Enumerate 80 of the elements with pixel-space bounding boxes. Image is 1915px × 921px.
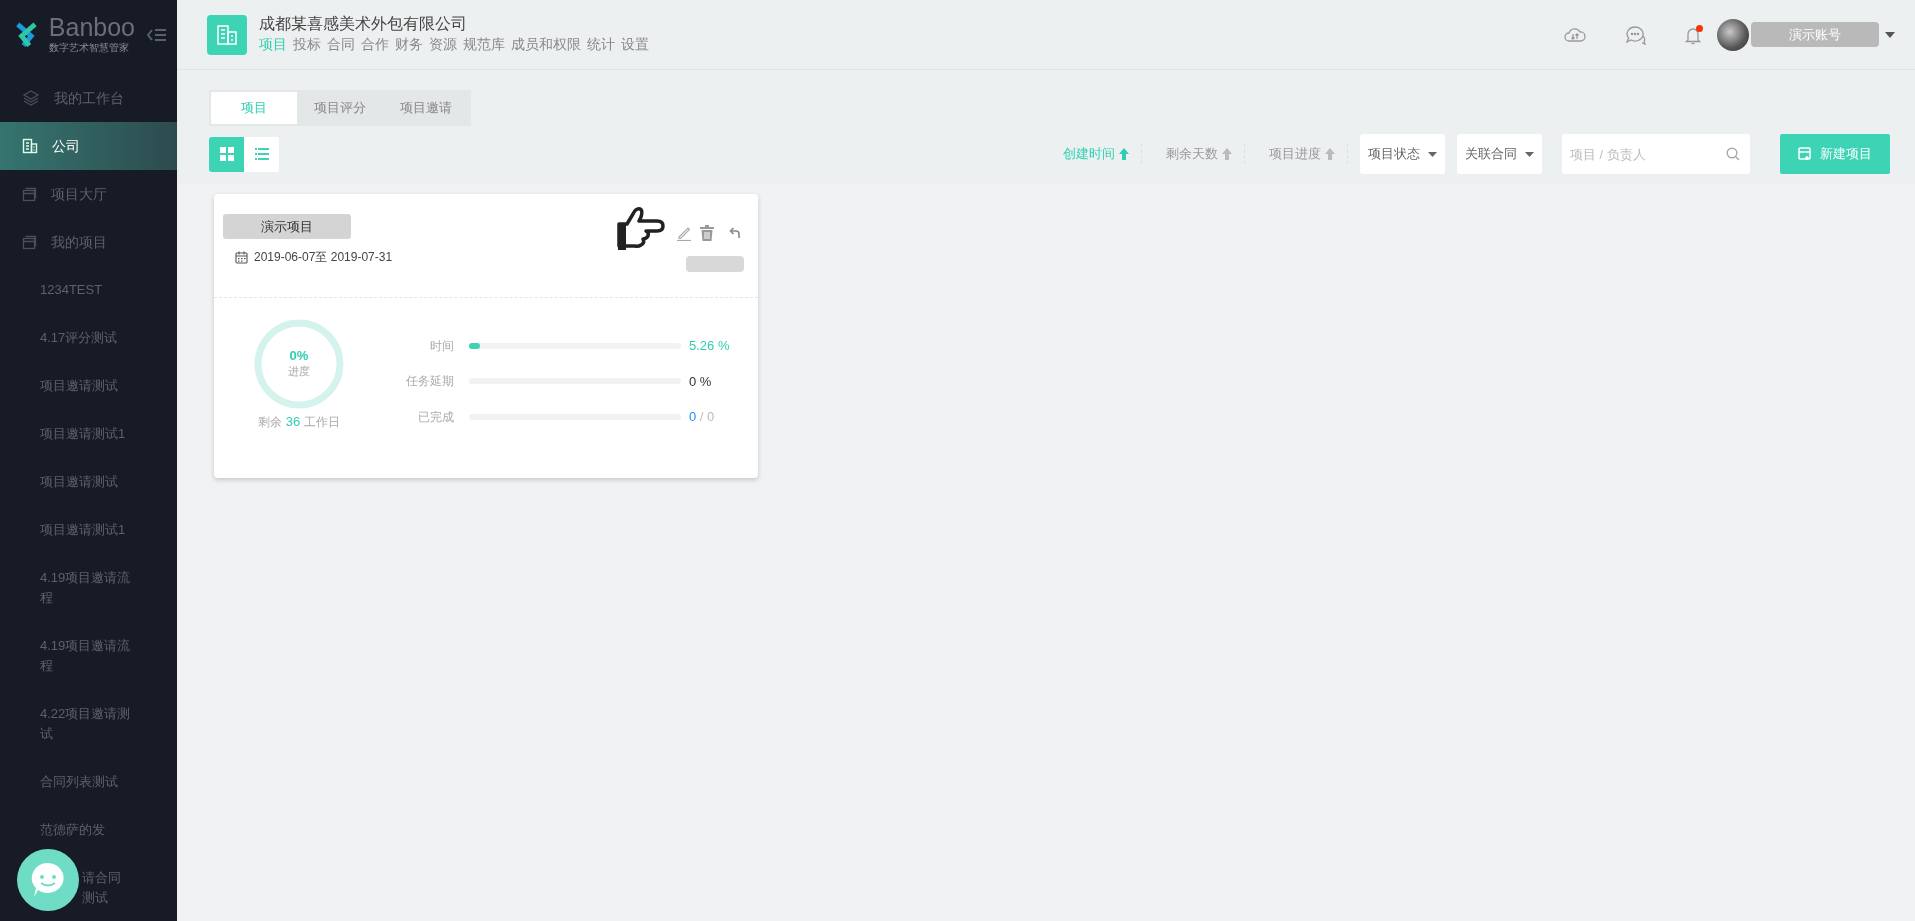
hand-pointer-icon	[616, 206, 668, 252]
logo-tagline: 数字艺术智慧管家	[48, 41, 130, 55]
caret-icon	[1525, 151, 1534, 157]
window-icon	[22, 234, 37, 250]
new-project-button[interactable]: 新建项目	[1780, 134, 1890, 174]
filter-dropdown[interactable]: 关联合同	[1457, 134, 1542, 174]
tab[interactable]: 项目	[211, 92, 297, 124]
nav-link[interactable]: 合作	[361, 36, 389, 52]
sort-button[interactable]: 创建时间	[1051, 144, 1142, 164]
undo-icon	[728, 227, 740, 239]
sidebar-subitem[interactable]: 请合同测试	[82, 854, 124, 921]
sidebar-subitem[interactable]: 1234TEST	[0, 266, 145, 314]
caret-icon	[1885, 31, 1895, 38]
sidebar-subitem[interactable]: 项目邀请测试	[0, 362, 145, 410]
date-range: 2019-06-07至 2019-07-31	[254, 249, 393, 266]
building-icon	[22, 138, 38, 154]
nav-link[interactable]: 合同	[327, 36, 355, 52]
company-logo	[207, 14, 247, 55]
project-title: 演示项目	[223, 214, 351, 239]
window-icon	[22, 186, 37, 202]
nav-link[interactable]: 投标	[293, 36, 321, 52]
sidebar-subitem[interactable]: 4.19项目邀请流程	[0, 554, 145, 622]
cloud-icon	[1563, 25, 1587, 44]
nav-link[interactable]: 成员和权限	[511, 36, 581, 52]
sidebar-item[interactable]: 项目大厅	[0, 170, 177, 218]
arrow-up-icon	[1119, 148, 1129, 160]
sidebar-subitem[interactable]: 项目邀请测试1	[0, 506, 145, 554]
arrow-up-icon	[1325, 148, 1335, 160]
sidebar-subitem[interactable]: 范德萨的发	[0, 806, 145, 854]
metric-value: 0 / 0	[689, 408, 715, 426]
sidebar-subitem[interactable]: 4.17评分测试	[0, 314, 145, 362]
progress-value: 0%	[289, 348, 309, 364]
nav-link[interactable]: 资源	[429, 36, 457, 52]
metric-value: 5.26 %	[689, 337, 730, 355]
metric-label: 已完成	[417, 408, 454, 426]
collapse-menu-button[interactable]	[147, 28, 167, 42]
nav-link[interactable]: 项目	[259, 36, 287, 52]
nav-link[interactable]: 规范库	[463, 36, 505, 52]
sidebar-subitem[interactable]: 项目邀请测试1	[0, 410, 145, 458]
grid-view-button[interactable]	[209, 136, 244, 172]
logo-name: Banboo	[48, 15, 135, 40]
list-icon	[254, 148, 269, 160]
nav-link[interactable]: 设置	[621, 36, 649, 52]
metric-label: 时间	[429, 337, 454, 355]
menu-icon	[147, 28, 167, 42]
user-avatar[interactable]	[1717, 18, 1749, 51]
tab[interactable]: 项目邀请	[383, 92, 469, 124]
chat-bubbles-icon	[1625, 24, 1647, 45]
sidebar-item[interactable]: 我的项目	[0, 218, 177, 266]
delete-button[interactable]	[700, 225, 714, 241]
sort-button[interactable]: 剩余天数	[1154, 144, 1245, 164]
calendar-icon	[235, 250, 248, 264]
nav-link[interactable]: 统计	[587, 36, 615, 52]
sidebar-subitem[interactable]: 4.22项目邀请测试	[0, 690, 145, 758]
sidebar-item[interactable]: 我的工作台	[0, 74, 177, 122]
edit-button[interactable]	[676, 225, 692, 241]
layers-icon	[22, 89, 40, 107]
nav-link[interactable]: 财务	[395, 36, 423, 52]
sidebar-subitem[interactable]: 项目邀请测试	[0, 458, 145, 506]
user-menu-button[interactable]: 演示账号	[1751, 22, 1879, 47]
add-document-icon	[1798, 147, 1812, 161]
trash-icon	[700, 225, 714, 241]
sort-button[interactable]: 项目进度	[1257, 144, 1348, 164]
metric-label: 任务延期	[405, 373, 454, 391]
sidebar-subitem[interactable]: 4.19项目邀请流程	[0, 622, 145, 690]
grid-icon	[219, 147, 234, 161]
sidebar-subitem[interactable]: 合同列表测试	[0, 758, 145, 806]
metric-value: 0 %	[689, 372, 712, 391]
remaining-days: 剩余 36 工作日	[258, 412, 340, 432]
progress-label: 进度	[288, 364, 310, 380]
company-name: 成都某喜感美术外包有限公司	[259, 14, 468, 34]
arrow-up-icon	[1222, 148, 1232, 160]
tab[interactable]: 项目评分	[297, 92, 383, 124]
status-tag	[686, 256, 744, 272]
pencil-icon	[676, 225, 692, 241]
search-icon	[1726, 147, 1740, 161]
filter-dropdown[interactable]: 项目状态	[1360, 134, 1445, 174]
sidebar-item[interactable]: 公司	[0, 122, 177, 170]
caret-icon	[1428, 151, 1437, 157]
search-field[interactable]: 项目 / 负责人	[1562, 134, 1750, 174]
